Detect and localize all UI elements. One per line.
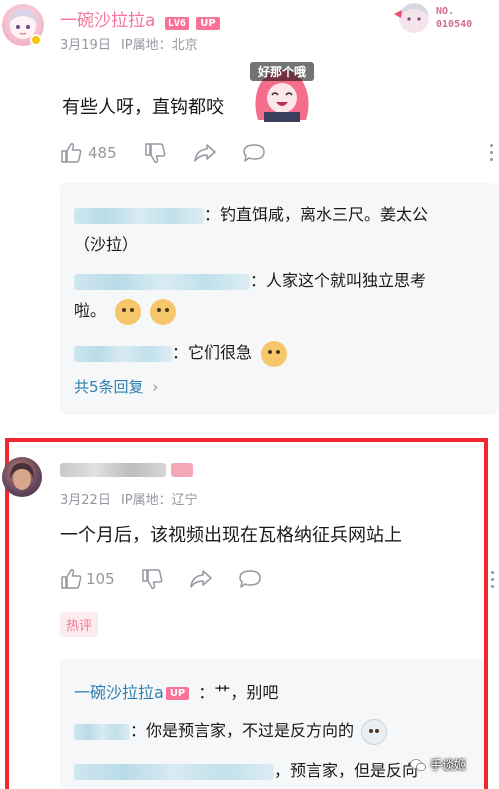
comment-bubble-icon — [239, 570, 261, 588]
reply-item[interactable]: ，预言家，但是反向 — [74, 757, 418, 781]
sticker-image: 好那个哦 — [248, 60, 316, 122]
wechat-icon — [410, 758, 426, 771]
thumbs-down-icon — [145, 143, 166, 164]
share-button[interactable] — [189, 569, 213, 593]
fan-badge-number: NO. 010540 — [436, 6, 473, 30]
dislike-button[interactable] — [141, 569, 163, 593]
comment-date: 3月22日 — [60, 493, 111, 508]
like-count: 485 — [88, 144, 117, 162]
reply-item[interactable]: ：它们很急 — [74, 339, 288, 367]
blurred-username — [74, 345, 172, 362]
reply-item-cont: （沙拉） — [74, 235, 139, 254]
comment-bubble-icon — [243, 144, 265, 162]
reply-button[interactable] — [242, 143, 266, 167]
up-badge: UP — [165, 687, 190, 700]
chevron-right-icon: › — [152, 378, 159, 396]
doge-emoji-icon — [261, 340, 288, 367]
level-badge: LV6 — [164, 17, 189, 30]
share-icon — [190, 570, 212, 588]
blurred-username — [74, 207, 204, 224]
thumbs-up-icon — [61, 569, 82, 589]
blurred-username[interactable] — [60, 459, 194, 478]
up-badge: UP — [196, 17, 220, 30]
reply-button[interactable] — [238, 569, 262, 593]
doge-emoji-icon — [150, 298, 177, 325]
vip-dot-icon — [30, 34, 42, 46]
view-more-replies-link[interactable]: 共5条回复 › — [74, 376, 158, 397]
blurred-username — [74, 723, 130, 740]
more-options-icon[interactable] — [488, 143, 494, 163]
reply-author[interactable]: 一碗沙拉拉a — [74, 683, 164, 702]
reply-item[interactable]: ：人家这个就叫独立思考 — [74, 267, 426, 291]
like-button[interactable]: 105 — [60, 569, 115, 589]
comment-text: 有些人呀，直钩都咬 — [62, 97, 224, 118]
reply-item[interactable]: 一碗沙拉拉a UP ：艹，别吧 — [74, 679, 278, 703]
portrait-avatar-icon — [10, 463, 34, 490]
reply-item[interactable]: ：你是预言家，不过是反方向的 — [74, 717, 388, 745]
share-icon — [194, 144, 216, 162]
hot-comment-tag: 热评 — [60, 612, 99, 637]
doge-emoji-icon — [115, 298, 142, 325]
emoji-face-icon — [361, 718, 388, 745]
dislike-button[interactable] — [144, 143, 166, 167]
watermark: 手谈姬 — [410, 756, 466, 773]
ip-location: IP属地：辽宁 — [120, 493, 198, 508]
sticker-caption: 好那个哦 — [250, 62, 314, 81]
blurred-username — [74, 763, 274, 780]
user-avatar[interactable] — [2, 457, 42, 497]
reply-item-cont: 啦。 — [74, 297, 177, 325]
thumbs-up-icon — [61, 143, 82, 163]
like-button[interactable]: 485 — [60, 143, 117, 163]
reply-thread: ：钓直饵咸，离水三尺。姜太公 （沙拉） ：人家这个就叫独立思考 啦。 ：它们很急… — [60, 183, 498, 415]
comment-date: 3月19日 — [60, 38, 111, 53]
fan-badge[interactable]: NO. 010540 — [392, 0, 484, 40]
watermark-text: 手谈姬 — [430, 758, 467, 772]
like-count: 105 — [86, 570, 115, 588]
fan-badge-avatar-icon — [394, 3, 429, 33]
comment-text: 一个月后，该视频出现在瓦格纳征兵网站上 — [60, 525, 402, 546]
username[interactable]: 一碗沙拉拉a — [60, 11, 155, 31]
share-button[interactable] — [193, 143, 217, 167]
blurred-username — [74, 273, 250, 290]
ip-location: IP属地：北京 — [120, 38, 198, 53]
reply-item[interactable]: ：钓直饵咸，离水三尺。姜太公 — [74, 201, 428, 225]
more-options-icon[interactable] — [489, 570, 495, 590]
thumbs-down-icon — [142, 569, 163, 590]
